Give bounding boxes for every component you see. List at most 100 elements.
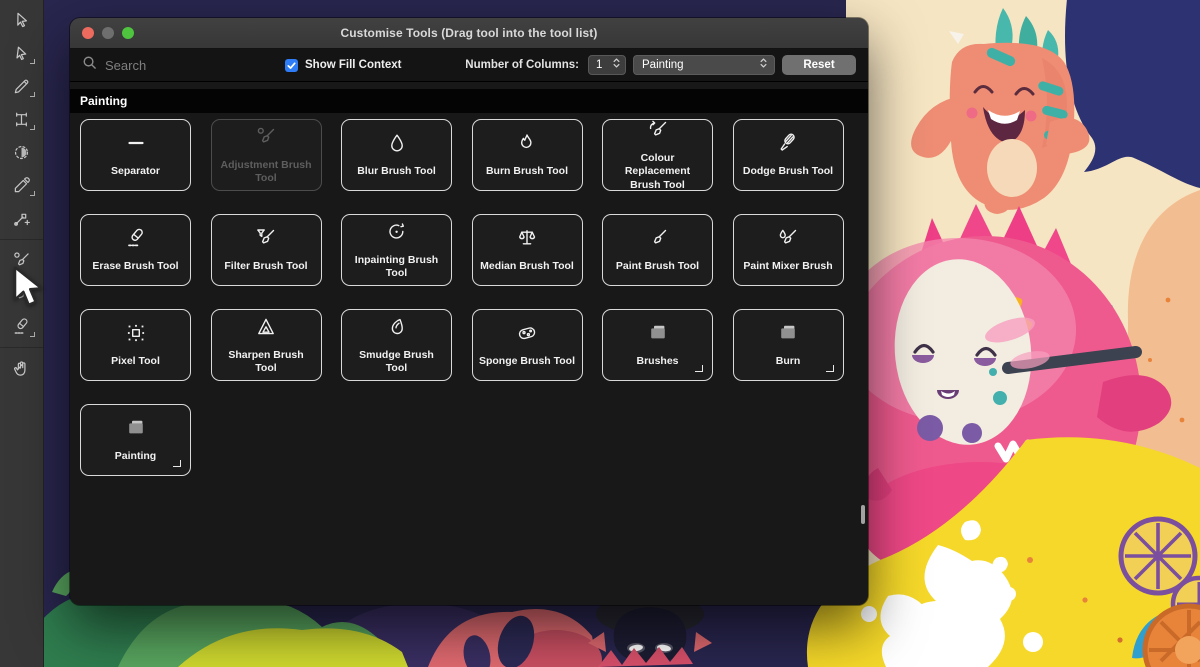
tool-button-smudge-brush-tool[interactable]: Smudge Brush Tool [341, 309, 452, 381]
brush-loop-icon [385, 220, 409, 249]
flyout-corner-mark [30, 92, 35, 97]
smudge-drop-icon [385, 315, 409, 344]
sidebar-divider [0, 347, 43, 348]
search-placeholder: Search [105, 58, 146, 73]
selection-brush-icon [11, 142, 32, 163]
dialog-title: Customise Tools (Drag tool into the tool… [340, 26, 597, 40]
flyout-corner-mark [30, 332, 35, 337]
minus-icon [124, 131, 148, 160]
sidebar-selection-tool[interactable] [0, 37, 43, 70]
columns-value: 1 [596, 59, 602, 71]
triangle-sharpen-icon [254, 315, 278, 344]
tool-button-paint-mixer-brush[interactable]: Paint Mixer Brush [733, 214, 844, 286]
tool-button-inpainting-brush-tool[interactable]: Inpainting Brush Tool [341, 214, 452, 286]
scale-icon [515, 226, 539, 255]
flyout-corner-mark [30, 59, 35, 64]
dropdown-chevrons-icon [758, 56, 769, 75]
dialog-content: Painting Separator Adjustment Brush Tool B… [70, 89, 868, 605]
tool-button-burn-brush-tool[interactable]: Burn Brush Tool [472, 119, 583, 191]
sidebar-move-tool[interactable] [0, 4, 43, 37]
brush-circle-icon [254, 125, 278, 154]
search-icon [82, 55, 97, 75]
stepper-chevrons-icon [611, 56, 622, 75]
dialog-toolbar: Search Show Fill Context Number of Colum… [70, 49, 868, 82]
dialog-scrollbar-thumb[interactable] [861, 505, 865, 524]
group-corner-mark [826, 365, 834, 372]
tool-label: Adjustment Brush Tool [212, 159, 321, 185]
tool-label: Separator [105, 165, 166, 178]
tool-label: Inpainting Brush Tool [342, 254, 451, 280]
flyout-corner-mark [30, 125, 35, 130]
show-fill-context-checkbox[interactable]: Show Fill Context [285, 59, 401, 72]
flame-icon [515, 131, 539, 160]
tool-label: Painting [109, 450, 162, 463]
tool-label: Sponge Brush Tool [473, 355, 581, 368]
group-corner-mark [695, 365, 703, 372]
tool-button-adjustment-brush-tool: Adjustment Brush Tool [211, 119, 322, 191]
search-input[interactable]: Search [82, 55, 285, 75]
tool-button-filter-brush-tool[interactable]: Filter Brush Tool [211, 214, 322, 286]
mouse-cursor [12, 266, 50, 312]
sidebar-divider [0, 239, 43, 240]
tool-label: Dodge Brush Tool [737, 165, 839, 178]
tool-label: Paint Mixer Brush [737, 260, 838, 273]
dialog-titlebar[interactable]: Customise Tools (Drag tool into the tool… [70, 18, 868, 49]
group-corner-mark [173, 460, 181, 467]
checkbox-check-icon [285, 59, 298, 72]
tool-button-separator[interactable]: Separator [80, 119, 191, 191]
eraser-dashes-icon [124, 226, 148, 255]
zoom-button[interactable] [122, 27, 134, 39]
customise-tools-dialog: Customise Tools (Drag tool into the tool… [70, 18, 868, 605]
tool-button-erase-brush-tool[interactable]: Erase Brush Tool [80, 214, 191, 286]
sidebar-colour-picker-tool[interactable] [0, 169, 43, 202]
category-dropdown[interactable]: Painting [633, 55, 775, 75]
frame-text-icon [11, 109, 32, 130]
tool-button-sharpen-brush-tool[interactable]: Sharpen Brush Tool [211, 309, 322, 381]
folder-icon [124, 416, 148, 445]
tool-button-colour-replacement-brush-tool[interactable]: Colour Replacement Brush Tool [602, 119, 713, 191]
droplet-icon [385, 131, 409, 160]
tool-label: Brushes [630, 355, 684, 368]
window-controls [82, 18, 134, 48]
eyedropper-icon [11, 175, 32, 196]
tool-label: Colour Replacement Brush Tool [603, 152, 712, 191]
sidebar-pen-tool[interactable] [0, 70, 43, 103]
close-button[interactable] [82, 27, 94, 39]
tool-button-painting[interactable]: Painting [80, 404, 191, 476]
pixel-square-icon [124, 321, 148, 350]
category-value: Painting [642, 59, 684, 71]
tool-button-pixel-tool[interactable]: Pixel Tool [80, 309, 191, 381]
paint-brush-icon [646, 226, 670, 255]
tool-label: Median Brush Tool [474, 260, 580, 273]
tool-label: Erase Brush Tool [86, 260, 184, 273]
cursor-arrow-icon [11, 10, 32, 31]
reset-button[interactable]: Reset [782, 55, 856, 75]
sidebar-view-pan-tool[interactable] [0, 352, 43, 385]
sidebar-erase-brush-tool[interactable] [0, 310, 43, 343]
tool-button-blur-brush-tool[interactable]: Blur Brush Tool [341, 119, 452, 191]
tool-button-burn[interactable]: Burn [733, 309, 844, 381]
sidebar-selection-brush-tool[interactable] [0, 136, 43, 169]
tool-label: Paint Brush Tool [610, 260, 705, 273]
tool-button-paint-brush-tool[interactable]: Paint Brush Tool [602, 214, 713, 286]
flyout-corner-mark [30, 191, 35, 196]
sponge-icon [515, 321, 539, 350]
tool-button-median-brush-tool[interactable]: Median Brush Tool [472, 214, 583, 286]
tool-button-sponge-brush-tool[interactable]: Sponge Brush Tool [472, 309, 583, 381]
sidebar-frame-text-tool[interactable] [0, 103, 43, 136]
brush-funnel-icon [254, 226, 278, 255]
tool-label: Filter Brush Tool [218, 260, 313, 273]
checkbox-label: Show Fill Context [305, 59, 401, 71]
tool-button-dodge-brush-tool[interactable]: Dodge Brush Tool [733, 119, 844, 191]
tool-label: Blur Brush Tool [351, 165, 442, 178]
tool-label: Burn Brush Tool [480, 165, 574, 178]
minimize-button[interactable] [102, 27, 114, 39]
sidebar-node-tool[interactable] [0, 202, 43, 235]
tool-button-brushes[interactable]: Brushes [602, 309, 713, 381]
columns-stepper[interactable]: 1 [588, 55, 626, 75]
eraser-dashes-icon [11, 316, 32, 337]
columns-label: Number of Columns: [465, 59, 579, 71]
select-arrow-icon [11, 43, 32, 64]
hand-icon [11, 358, 32, 379]
tools-sidebar [0, 0, 44, 667]
